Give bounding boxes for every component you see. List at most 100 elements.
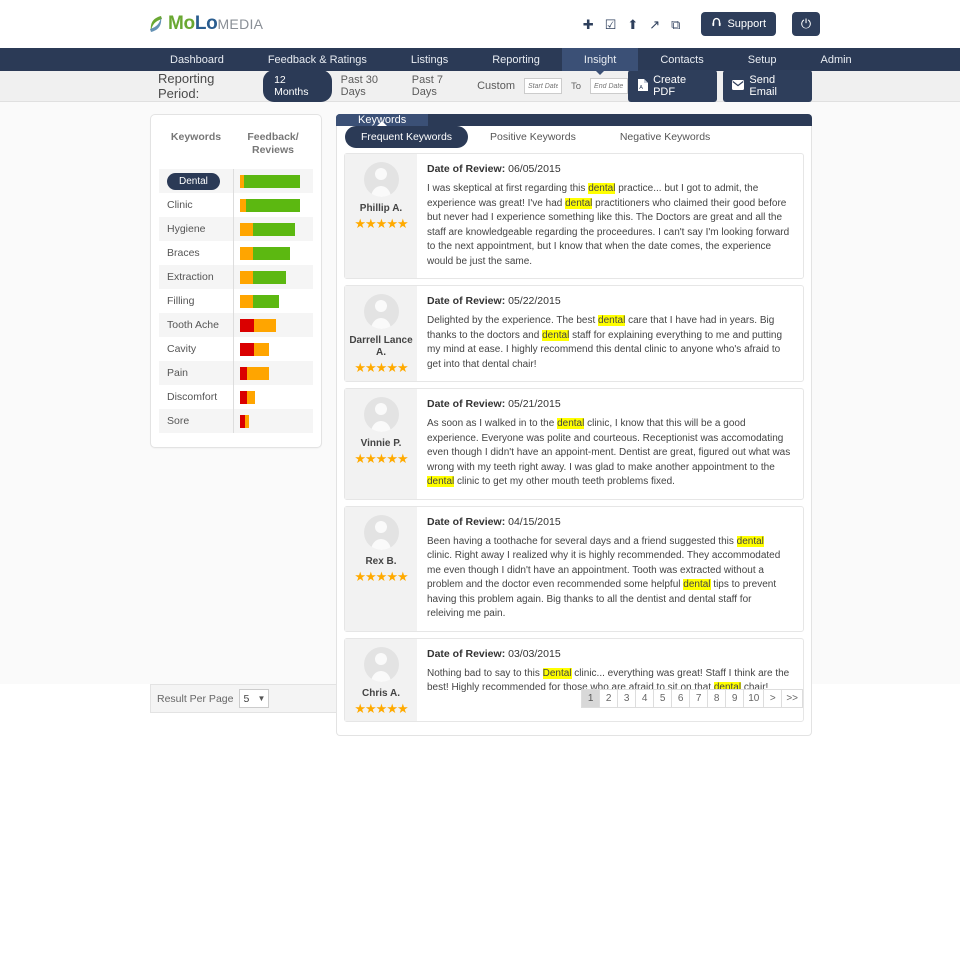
add-icon[interactable]: ✚ [583, 18, 594, 31]
review-author-name: Phillip A. [359, 203, 403, 214]
end-date-input[interactable] [590, 78, 629, 94]
keyword-bar-cell [233, 169, 313, 194]
subtab-positive-keywords[interactable]: Positive Keywords [468, 131, 598, 143]
upload-icon[interactable]: ⬆ [627, 18, 638, 31]
page-button[interactable]: 2 [599, 689, 619, 708]
keyword-stacked-bar [240, 414, 249, 428]
page-button[interactable]: 10 [743, 689, 765, 708]
nav-item-dashboard[interactable]: Dashboard [148, 48, 246, 71]
review-date-value: 05/21/2015 [505, 398, 561, 410]
page-button[interactable]: 4 [635, 689, 655, 708]
external-link-icon[interactable]: ↗ [649, 18, 660, 31]
top-icon-group: ✚ ☑ ⬆ ↗ ⧉ Support ⏻ [583, 12, 820, 36]
send-email-label: Send Email [749, 74, 777, 98]
new-window-icon[interactable]: ⧉ [671, 18, 680, 31]
support-button[interactable]: Support [701, 12, 776, 36]
page-button[interactable]: 6 [671, 689, 691, 708]
keyword-row[interactable]: Pain [159, 361, 313, 386]
keyword-label: Clinic [167, 199, 193, 212]
page-button[interactable]: > [763, 689, 783, 708]
keyword-row[interactable]: Dental [159, 169, 313, 194]
keyword-highlight: dental [588, 183, 616, 194]
logo-swoosh-icon [148, 14, 164, 34]
nav-item-setup[interactable]: Setup [726, 48, 799, 71]
page-button[interactable]: 8 [707, 689, 727, 708]
page-button[interactable]: 3 [617, 689, 637, 708]
review-author-block: Darrell Lance A. ★★★★★ [345, 286, 417, 381]
bar-segment-orange [240, 270, 253, 284]
keyword-label: Discomfort [167, 391, 218, 404]
nav-item-reporting[interactable]: Reporting [470, 48, 562, 71]
keyword-label-cell: Pain [159, 367, 233, 379]
bar-segment-orange [247, 390, 255, 404]
page-button[interactable]: >> [781, 689, 803, 708]
bar-segment-orange [240, 294, 253, 308]
review-text-segment: clinic to get my other mouth teeth probl… [454, 476, 675, 487]
review-body: Date of Review: 06/05/2015 I was skeptica… [417, 154, 803, 278]
tab-keywords[interactable]: Keywords [336, 114, 429, 126]
logo-media-text: MEDIA [217, 16, 264, 32]
review-text: Been having a toothache for several days… [427, 535, 791, 622]
bar-segment-red [240, 390, 247, 404]
result-per-page-select[interactable]: 5 ▼ [239, 689, 270, 708]
keyword-row[interactable]: Extraction [159, 265, 313, 290]
keyword-row[interactable]: Braces [159, 241, 313, 266]
keyword-highlight: dental [557, 418, 585, 429]
nav-item-insight[interactable]: Insight [561, 48, 639, 75]
keyword-label-cell: Discomfort [159, 391, 233, 403]
keyword-row[interactable]: Sore [159, 409, 313, 434]
pdf-file-icon: A [637, 78, 649, 94]
nav-item-listings[interactable]: Listings [389, 48, 470, 71]
keyword-row[interactable]: Clinic [159, 193, 313, 218]
page-button[interactable]: 7 [689, 689, 709, 708]
keyword-row[interactable]: Cavity [159, 337, 313, 362]
date-range-to-label: To [571, 80, 582, 92]
review-text: I was skeptical at first regarding this … [427, 182, 791, 269]
keyword-label-cell: Hygiene [159, 223, 233, 235]
keyword-highlight: dental [598, 315, 626, 326]
avatar [363, 646, 399, 682]
subtab-negative-keywords[interactable]: Negative Keywords [598, 131, 732, 143]
nav-item-admin[interactable]: Admin [798, 48, 873, 71]
email-icon [732, 79, 745, 93]
keyword-row[interactable]: Hygiene [159, 217, 313, 242]
keyword-label: Filling [167, 295, 195, 308]
keyword-bar-cell [233, 265, 313, 290]
nav-item-feedback-ratings[interactable]: Feedback & Ratings [246, 48, 389, 71]
bar-segment-orange [240, 246, 253, 260]
review-author-block: Vinnie P. ★★★★★ [345, 389, 417, 499]
power-button[interactable]: ⏻ [792, 12, 820, 36]
period-option-past-30-days[interactable]: Past 30 Days [341, 74, 403, 98]
start-date-input[interactable] [524, 78, 562, 94]
page-button[interactable]: 1 [581, 689, 601, 708]
keyword-stacked-bar [240, 342, 269, 356]
review-date-value: 05/22/2015 [505, 295, 561, 307]
power-icon: ⏻ [800, 16, 812, 31]
period-option-12-months[interactable]: 12 Months [263, 70, 332, 102]
review-text-segment: Nothing bad to say to this [427, 667, 543, 679]
reporting-period-bar: Reporting Period: 12 Months Past 30 Days… [0, 70, 960, 102]
avatar [363, 514, 399, 550]
bar-segment-orange [254, 318, 276, 332]
top-bar: MoLoMEDIA ✚ ☑ ⬆ ↗ ⧉ Support ⏻ [0, 0, 960, 48]
review-date: Date of Review: 05/21/2015 [427, 398, 791, 410]
subtab-frequent-keywords[interactable]: Frequent Keywords [345, 126, 469, 148]
keyword-row[interactable]: Tooth Ache [159, 313, 313, 338]
send-email-button[interactable]: Send Email [723, 70, 812, 102]
keyword-row[interactable]: Discomfort [159, 385, 313, 410]
period-option-custom[interactable]: Custom [477, 80, 515, 92]
period-option-past-7-days[interactable]: Past 7 Days [412, 74, 468, 98]
create-pdf-button[interactable]: A Create PDF [628, 70, 718, 102]
keyword-row[interactable]: Filling [159, 289, 313, 314]
brand-logo[interactable]: MoLoMEDIA [148, 13, 263, 35]
star-rating: ★★★★★ [354, 700, 408, 716]
page-button[interactable]: 9 [725, 689, 745, 708]
insight-panel: Keywords Frequent Keywords Positive Keyw… [336, 114, 812, 736]
review-date: Date of Review: 06/05/2015 [427, 163, 791, 175]
edit-icon[interactable]: ☑ [605, 18, 617, 31]
page-button[interactable]: 5 [653, 689, 673, 708]
keyword-stacked-bar [240, 366, 269, 380]
keywords-panel: Keywords Feedback/ Reviews Dental Clinic H… [150, 114, 322, 449]
keyword-bar-cell [233, 193, 313, 218]
nav-item-contacts[interactable]: Contacts [638, 48, 725, 71]
